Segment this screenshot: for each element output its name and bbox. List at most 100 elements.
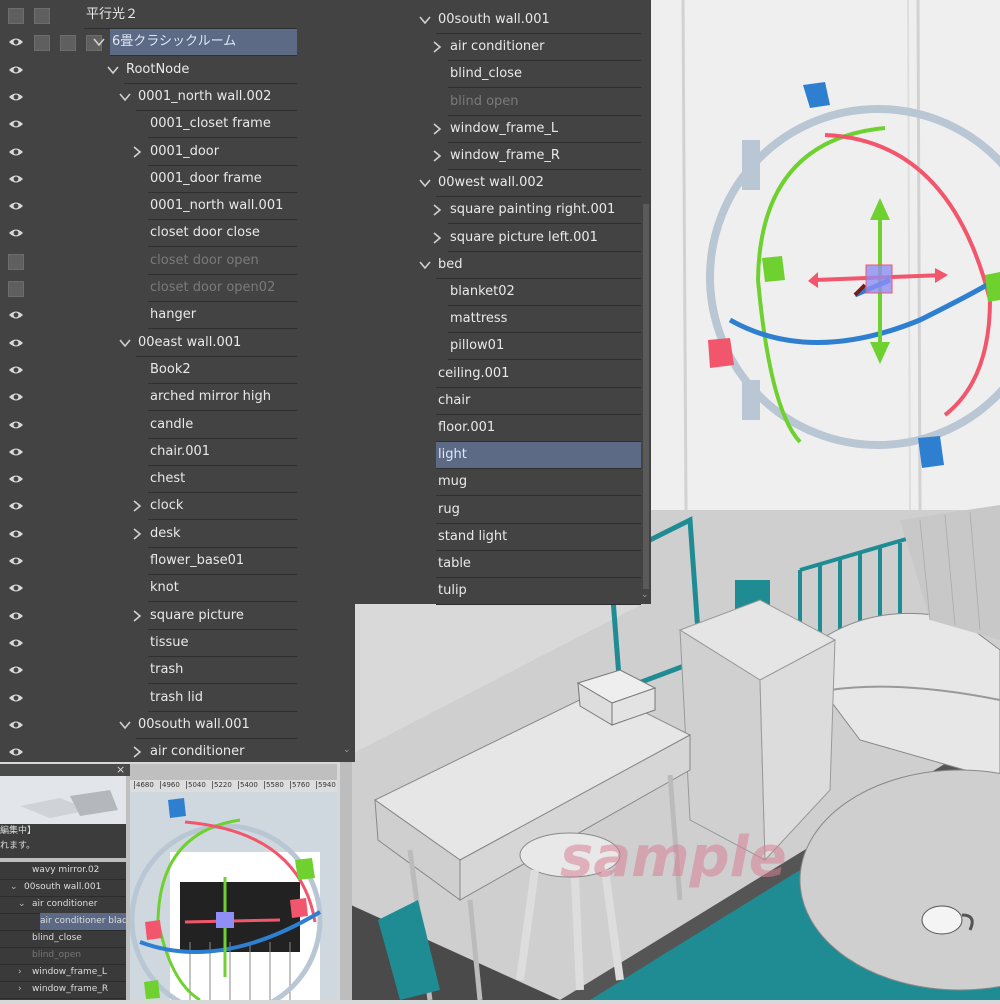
visibility-eye-icon[interactable] (8, 720, 24, 730)
tree-item-label[interactable]: tulip (436, 578, 641, 606)
tree-row[interactable]: 0001_door frame (0, 166, 355, 193)
tree-row[interactable]: tissue (0, 630, 355, 657)
tree-item-label[interactable]: hanger (148, 302, 297, 330)
tree-item-label[interactable]: blind open (448, 89, 641, 116)
tree-item-label[interactable]: mattress (448, 306, 641, 334)
chevron-down-icon[interactable] (118, 336, 132, 350)
tree-item-label[interactable]: chair (436, 388, 641, 415)
tree-row[interactable]: 平行光２ (0, 2, 355, 29)
tree-row[interactable]: knot (0, 575, 355, 603)
tree-item-label[interactable]: 0001_north wall.001 (148, 193, 297, 221)
tree-item-label[interactable]: table (436, 551, 641, 578)
visibility-eye-icon[interactable] (8, 365, 24, 375)
tree-item-label[interactable]: chair.001 (148, 439, 297, 466)
mini-tree-row[interactable]: blind_close (0, 930, 126, 948)
visibility-eye-icon[interactable] (8, 474, 24, 484)
tree-item-label[interactable]: desk (148, 521, 297, 548)
tree-item-label[interactable]: bed (436, 252, 641, 279)
tree-row[interactable]: chest (0, 466, 355, 494)
tree-row[interactable]: arched mirror high (0, 384, 355, 412)
visibility-eye-icon[interactable] (8, 529, 24, 539)
tree-row[interactable]: trash lid (0, 685, 355, 712)
tree-item-label[interactable]: rug (436, 497, 641, 524)
tree-item-label[interactable]: light (436, 442, 641, 470)
tree-item-label[interactable]: 6畳クラシックルーム (110, 29, 297, 57)
visibility-eye-icon[interactable] (8, 693, 24, 703)
mini-tree-row[interactable]: blind_open (0, 947, 126, 965)
mini-tree-row[interactable]: › window_frame_R (0, 981, 126, 999)
mini-tree-label[interactable]: wavy mirror.02 (32, 862, 126, 879)
tree-item-label[interactable]: pillow01 (448, 333, 641, 361)
tree-row[interactable]: chair.001 (0, 439, 355, 466)
tree-item-label[interactable]: air conditioner (448, 34, 641, 62)
tree-item-label[interactable]: ceiling.001 (436, 361, 641, 388)
mini-viewport[interactable] (130, 792, 337, 1000)
chevron-right-icon[interactable]: › (18, 964, 22, 981)
tree-item-label[interactable]: square picture (148, 603, 297, 630)
visibility-eye-icon[interactable] (8, 37, 24, 47)
scrollbar-right[interactable] (643, 204, 649, 589)
visibility-eye-icon[interactable] (8, 583, 24, 593)
chevron-down-icon[interactable] (418, 258, 432, 272)
tree-item-label[interactable]: flower_base01 (148, 548, 297, 575)
visibility-checkbox[interactable] (8, 8, 24, 24)
tree-row[interactable]: trash (0, 657, 355, 685)
tree-item-label[interactable]: 0001_north wall.002 (136, 84, 297, 111)
tree-item-label[interactable]: candle (148, 412, 297, 439)
visibility-eye-icon[interactable] (8, 338, 24, 348)
visibility-eye-icon[interactable] (8, 747, 24, 757)
chevron-right-icon[interactable]: › (18, 981, 22, 998)
visibility-eye-icon[interactable] (8, 611, 24, 621)
mini-tree-row[interactable]: ⌄ 00south wall.001 (0, 879, 126, 897)
tree-row[interactable]: clock (0, 493, 355, 521)
visibility-eye-icon[interactable] (8, 310, 24, 320)
chevron-right-icon[interactable] (430, 203, 444, 217)
mini-tree-label[interactable]: 00south wall.001 (24, 879, 126, 896)
chevron-down-icon[interactable] (418, 13, 432, 27)
lock-checkbox[interactable] (60, 35, 76, 52)
layer-tree-panel-left[interactable]: 平行光２ 6畳クラシックルーム RootNode 0001_north wall.00… (0, 0, 355, 767)
chevron-down-icon[interactable] (418, 176, 432, 190)
lock-checkbox[interactable] (34, 8, 50, 24)
visibility-eye-icon[interactable] (8, 392, 24, 402)
tree-item-label[interactable]: 00east wall.001 (136, 330, 297, 357)
tree-item-label[interactable]: square painting right.001 (448, 197, 641, 225)
tree-item-label[interactable]: air conditioner (148, 739, 297, 767)
tree-item-label[interactable]: window_frame_R (448, 143, 641, 170)
chevron-right-icon[interactable] (130, 499, 144, 513)
chevron-down-icon[interactable] (118, 718, 132, 732)
chevron-right-icon[interactable] (430, 149, 444, 163)
visibility-eye-icon[interactable] (8, 174, 24, 184)
tree-item-label[interactable]: chest (148, 466, 297, 494)
tree-item-label[interactable]: closet door close (148, 220, 297, 248)
visibility-eye-icon[interactable] (8, 665, 24, 675)
tree-item-label[interactable]: closet door open02 (148, 275, 297, 302)
mini-tree-label[interactable]: blind_open (32, 947, 126, 964)
tree-item-label[interactable]: 0001_door (148, 139, 297, 166)
tree-row[interactable]: square picture (0, 603, 355, 630)
chevron-down-icon[interactable]: ⌄ (18, 896, 26, 913)
chevron-right-icon[interactable] (430, 122, 444, 136)
tree-item-label[interactable]: trash lid (148, 685, 297, 712)
mini-tree-row[interactable]: air conditioner blades (0, 913, 126, 931)
chevron-right-icon[interactable] (430, 231, 444, 245)
mini-tree-label[interactable]: air conditioner (32, 896, 126, 913)
tree-row[interactable]: RootNode (0, 57, 355, 84)
tree-item-label[interactable]: window_frame_L (448, 116, 641, 143)
visibility-eye-icon[interactable] (8, 556, 24, 566)
tree-row[interactable]: 0001_closet frame (0, 111, 355, 139)
chevron-right-icon[interactable] (130, 527, 144, 541)
tree-item-label[interactable]: 00south wall.001 (436, 7, 641, 34)
chevron-down-icon[interactable] (118, 90, 132, 104)
tree-item-label[interactable]: knot (148, 575, 297, 603)
lock-checkbox[interactable] (34, 35, 50, 52)
tree-item-label[interactable]: closet door open (148, 248, 297, 275)
mini-tree-label[interactable]: window_frame_L (32, 964, 126, 981)
mini-tree-label[interactable]: air conditioner blades (40, 913, 126, 930)
mini-tree-row[interactable]: › window_frame_L (0, 964, 126, 982)
mini-tree-row[interactable]: ⌄ air conditioner (0, 896, 126, 914)
tree-item-label[interactable]: clock (148, 493, 297, 521)
chevron-down-icon[interactable]: ⌄ (10, 879, 18, 896)
transform-gizmo[interactable] (690, 80, 1000, 470)
tree-row[interactable]: 00east wall.001 (0, 330, 355, 357)
